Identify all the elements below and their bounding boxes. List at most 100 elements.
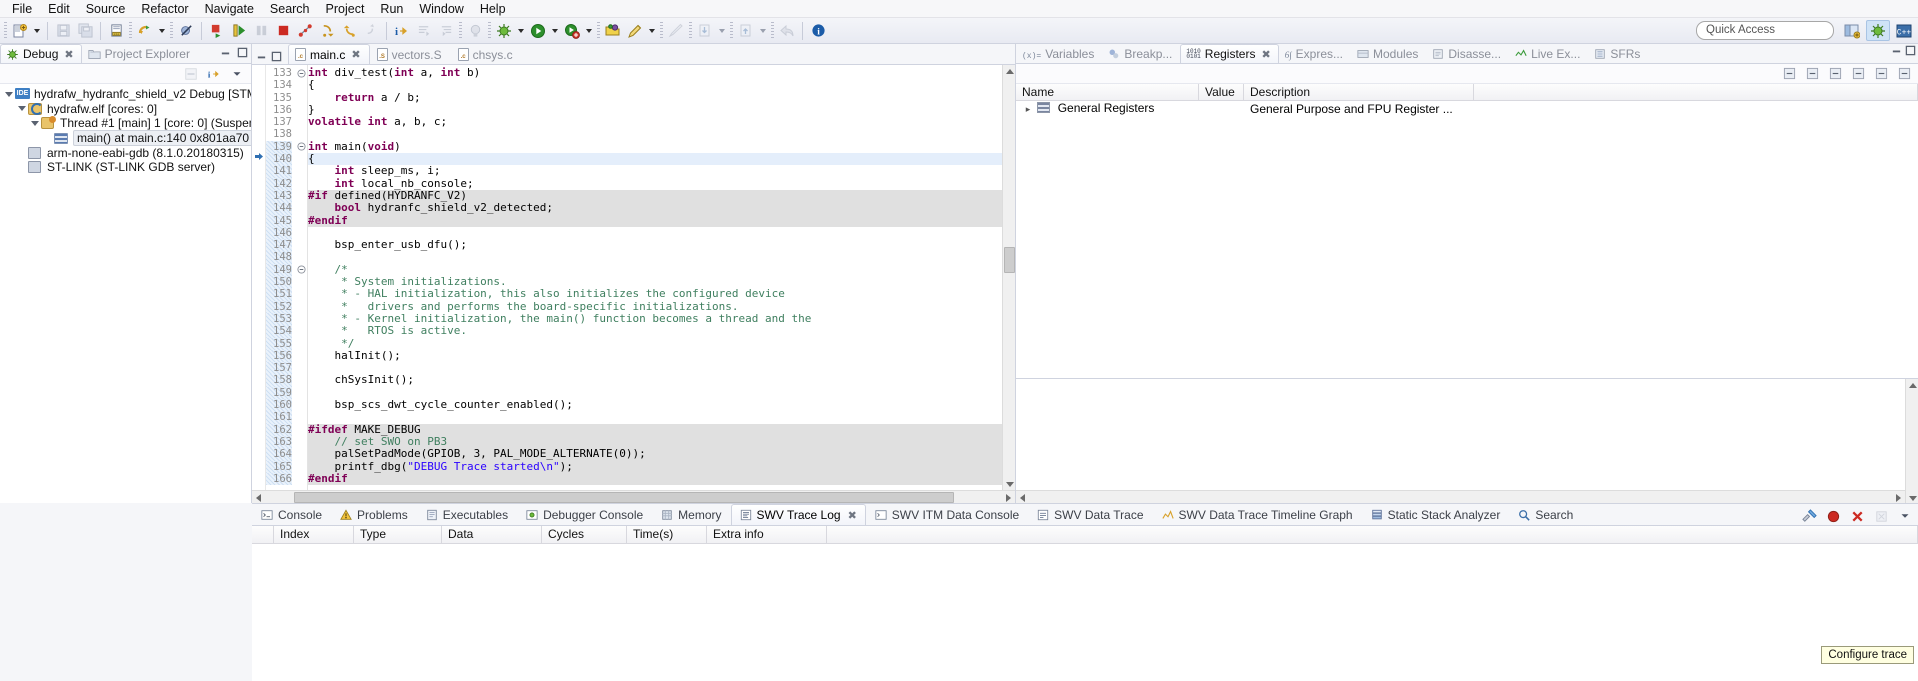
editor-hscroll-thumb[interactable] xyxy=(294,492,954,503)
code-line[interactable] xyxy=(308,362,1015,374)
code-line[interactable]: chSysInit(); xyxy=(308,374,1015,387)
open-perspective-icon[interactable] xyxy=(1840,20,1864,41)
code-line[interactable]: printf_dbg("DEBUG Trace started\n"); xyxy=(308,460,1015,473)
code-text[interactable]: int div_test(int a, int b){ return a / b… xyxy=(308,65,1015,490)
close-icon[interactable]: ✖ xyxy=(64,48,73,61)
expander-icon[interactable] xyxy=(29,121,41,126)
download-dropdown-icon[interactable] xyxy=(716,20,728,42)
start-trace-icon[interactable] xyxy=(1822,505,1844,527)
stop-trace-icon[interactable] xyxy=(1846,505,1868,527)
code-line[interactable]: * RTOS is active. xyxy=(308,325,1015,337)
debug-tree-item[interactable]: IDE hydrafw_hydranfc_shield_v2 Debug [ST… xyxy=(0,87,251,102)
registers-column-header[interactable]: Name xyxy=(1016,84,1199,100)
debug-tree-item[interactable]: ST-LINK (ST-LINK GDB server) xyxy=(0,160,251,175)
bottom-tab-console[interactable]: Console xyxy=(252,504,331,525)
code-area[interactable]: 133 134 135 136 137 138 139 140 141 142 143 144 145 1… xyxy=(252,65,1015,490)
tab-debug[interactable]: Debug ✖ xyxy=(0,44,82,63)
download-icon[interactable] xyxy=(694,20,716,42)
menu-item-navigate[interactable]: Navigate xyxy=(197,1,262,17)
trace-log-column-header[interactable]: Type xyxy=(354,526,442,543)
disconnect-icon[interactable] xyxy=(294,20,316,42)
run-configurations-icon[interactable] xyxy=(561,20,583,42)
debug-tree-item[interactable]: hydrafw.elf [cores: 0] xyxy=(0,102,251,117)
code-line[interactable] xyxy=(308,128,1015,140)
menu-item-search[interactable]: Search xyxy=(262,1,318,17)
trace-log-column-header[interactable]: Cycles xyxy=(542,526,627,543)
import-icon[interactable] xyxy=(1870,63,1892,85)
build-dropdown-icon[interactable] xyxy=(156,20,168,42)
registers-column-header[interactable]: Value xyxy=(1199,84,1244,100)
bottom-tab-problems[interactable]: Problems xyxy=(331,504,417,525)
editor-tab-vectors-S[interactable]: .S vectors.S xyxy=(370,44,451,64)
editor-maximize-icon[interactable] xyxy=(271,51,282,62)
code-line[interactable]: bool hydranfc_shield_v2_detected; xyxy=(308,201,1015,215)
detail-horizontal-scrollbar[interactable] xyxy=(1016,490,1905,504)
add-register-group-icon[interactable] xyxy=(1824,63,1846,85)
tab-live-ex-[interactable]: Live Ex... xyxy=(1509,44,1588,63)
scroll-down-arrow[interactable] xyxy=(1003,478,1015,490)
collapse-all-icon[interactable] xyxy=(1778,63,1800,85)
menu-item-source[interactable]: Source xyxy=(78,1,134,17)
menu-item-refactor[interactable]: Refactor xyxy=(133,1,196,17)
tab-sfrs[interactable]: SFRs xyxy=(1588,44,1648,63)
debug-tree-item[interactable]: main() at main.c:140 0x801aa70 xyxy=(0,130,251,147)
step-filters-icon[interactable]: i xyxy=(203,63,225,85)
menu-item-help[interactable]: Help xyxy=(472,1,514,17)
menu-item-project[interactable]: Project xyxy=(318,1,373,17)
trace-log-column-header[interactable]: Time(s) xyxy=(627,526,707,543)
view-menu-icon[interactable] xyxy=(226,63,248,85)
upload-dropdown-icon[interactable] xyxy=(757,20,769,42)
code-line[interactable]: int main(void) xyxy=(308,140,1015,153)
minimize-icon[interactable] xyxy=(218,45,232,59)
registers-rows[interactable]: ▸ General Registers General Purpose and … xyxy=(1016,101,1918,117)
previous-annotation-icon[interactable] xyxy=(435,20,457,42)
build-all-icon[interactable] xyxy=(134,20,156,42)
code-line[interactable]: return a / b; xyxy=(308,91,1015,104)
close-icon[interactable]: ✖ xyxy=(1261,48,1270,61)
trace-log-column-header[interactable]: Extra info xyxy=(707,526,827,543)
step-into-icon[interactable] xyxy=(316,20,338,42)
marker-ruler[interactable] xyxy=(252,65,266,490)
bottom-tab-swv-trace-log[interactable]: SWV Trace Log ✖ xyxy=(730,504,866,525)
debug-tree-item[interactable]: arm-none-eabi-gdb (8.1.0.20180315) xyxy=(0,145,251,160)
bottom-tab-memory[interactable]: Memory xyxy=(652,504,730,525)
pen-dropdown-icon[interactable] xyxy=(646,20,658,42)
editor-tab-main-c[interactable]: .c main.c ✖ xyxy=(288,44,370,64)
debug-dropdown-icon[interactable] xyxy=(515,20,527,42)
collapse-all-icon[interactable] xyxy=(180,63,202,85)
code-line[interactable]: #endif xyxy=(308,214,1015,227)
restore-icon[interactable] xyxy=(464,20,486,42)
info-icon[interactable]: i xyxy=(807,20,829,42)
new-file-icon[interactable] xyxy=(9,20,31,42)
step-return-icon[interactable] xyxy=(360,20,382,42)
bottom-tab-executables[interactable]: Executables xyxy=(417,504,517,525)
run-icon[interactable] xyxy=(527,20,549,42)
step-over-icon[interactable] xyxy=(338,20,360,42)
group-icon[interactable] xyxy=(1801,63,1823,85)
code-line[interactable]: int sleep_ms, i; xyxy=(308,165,1015,178)
debug-icon[interactable] xyxy=(493,20,515,42)
bottom-tab-search[interactable]: Search xyxy=(1509,504,1582,525)
debug-tree[interactable]: IDE hydrafw_hydranfc_shield_v2 Debug [ST… xyxy=(0,84,251,503)
trace-log-table[interactable]: Index Type Data Cycles Time(s) Extra info xyxy=(252,526,1918,681)
debug-tree-item[interactable]: Thread #1 [main] 1 [core: 0] (Suspended … xyxy=(0,116,251,131)
editor-scroll-thumb[interactable] xyxy=(1004,247,1015,273)
code-line[interactable]: int div_test(int a, int b) xyxy=(308,66,1015,79)
detail-vertical-scrollbar[interactable] xyxy=(1905,379,1918,504)
expander-icon[interactable] xyxy=(3,92,15,97)
tab-modules[interactable]: Modules xyxy=(1351,44,1426,63)
bottom-view-menu-icon[interactable] xyxy=(1894,505,1916,527)
skip-breakpoints-icon[interactable] xyxy=(175,20,197,42)
editor-vertical-scrollbar[interactable] xyxy=(1002,65,1015,490)
scroll-up-arrow[interactable] xyxy=(1003,65,1015,77)
bottom-tab-static-stack-analyzer[interactable]: Static Stack Analyzer xyxy=(1362,504,1510,525)
cpp-perspective-icon[interactable]: C++ xyxy=(1892,20,1916,41)
folding-ruler[interactable] xyxy=(296,65,308,490)
code-line[interactable]: volatile int a, b, c; xyxy=(308,115,1015,128)
editor-tab-chsys-c[interactable]: .c chsys.c xyxy=(451,44,522,64)
code-line[interactable]: #endif xyxy=(308,472,1015,486)
ruler-icon[interactable] xyxy=(665,20,687,42)
resume-icon[interactable] xyxy=(228,20,250,42)
trace-log-column-header[interactable]: Index xyxy=(274,526,354,543)
back-icon[interactable] xyxy=(776,20,798,42)
